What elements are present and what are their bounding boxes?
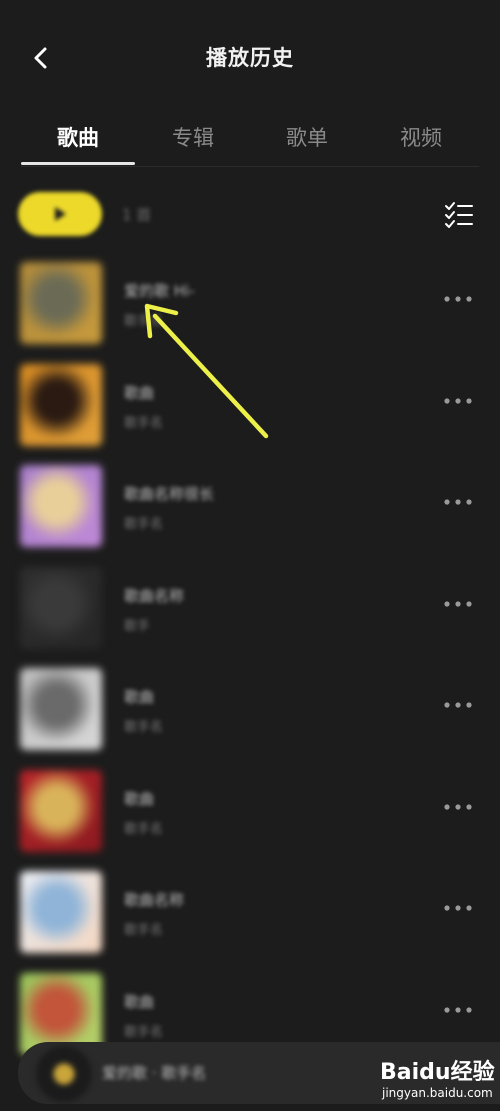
song-artist: 歌手: [124, 618, 151, 634]
mini-player-cover: [36, 1046, 92, 1102]
more-options-icon[interactable]: [443, 700, 473, 710]
song-row[interactable]: 歌曲 歌手名: [0, 656, 500, 758]
album-cover: [20, 769, 102, 852]
song-row[interactable]: 歌曲 歌手名: [0, 352, 500, 454]
song-artist: 歌手名: [124, 821, 164, 837]
album-cover: [20, 566, 102, 649]
song-row[interactable]: 歌曲名称 歌手: [0, 555, 500, 657]
song-artist: 歌手名: [124, 720, 164, 735]
album-cover: [20, 668, 102, 750]
page-title: 播放历史: [206, 46, 294, 70]
album-cover: [20, 262, 102, 344]
multi-select-icon[interactable]: [444, 200, 474, 230]
album-cover: [20, 465, 102, 547]
watermark-logo: Baidu经验: [380, 1060, 495, 1085]
song-title: 歌曲: [124, 383, 155, 402]
watermark-url: jingyan.baidu.com: [382, 1086, 493, 1100]
tab-bar: 歌曲 专辑 歌单 视频: [0, 118, 500, 166]
mini-player-title: 爱的歌 · 歌手名: [102, 1064, 207, 1082]
song-title: 爱的歌 Hi-: [124, 282, 195, 300]
song-title: 歌曲: [124, 688, 155, 706]
song-count-label: 1 首: [122, 206, 152, 224]
song-artist: 歌手名: [124, 923, 164, 938]
tab-albums[interactable]: 专辑: [135, 122, 251, 152]
song-title: 歌曲: [124, 789, 155, 808]
song-artist: 歌手名: [124, 517, 164, 532]
tab-playlists[interactable]: 歌单: [249, 122, 365, 152]
album-cover: [20, 363, 102, 446]
active-tab-indicator: [21, 162, 135, 165]
song-title: 歌曲名称: [124, 891, 185, 909]
song-title: 歌曲名称: [124, 586, 185, 605]
more-options-icon[interactable]: [443, 599, 473, 609]
tab-songs[interactable]: 歌曲: [20, 122, 136, 152]
song-artist: 歌手名: [124, 1024, 164, 1040]
song-artist: 歌手名: [124, 314, 164, 329]
song-title: 歌曲名称很长: [124, 485, 215, 503]
header: 播放历史: [0, 0, 500, 118]
play-icon: [55, 207, 66, 221]
song-row[interactable]: 歌曲 歌手名: [0, 758, 500, 860]
song-row[interactable]: 歌曲名称 歌手名: [0, 859, 500, 961]
more-options-icon[interactable]: [443, 802, 473, 812]
tab-videos[interactable]: 视频: [363, 122, 479, 152]
song-list: 爱的歌 Hi- 歌手名 歌曲 歌手名 歌曲名称很长 歌手名 歌曲名称 歌手 歌曲…: [0, 250, 500, 1062]
more-options-icon[interactable]: [443, 497, 473, 507]
song-row[interactable]: 爱的歌 Hi- 歌手名: [0, 250, 500, 352]
more-options-icon[interactable]: [443, 294, 473, 304]
album-cover: [20, 871, 102, 953]
more-options-icon[interactable]: [443, 903, 473, 913]
more-options-icon[interactable]: [443, 396, 473, 406]
baidu-jingyan-watermark: Baidu经验 jingyan.baidu.com: [380, 1052, 500, 1107]
tabs-divider: [21, 166, 479, 167]
song-row[interactable]: 歌曲名称很长 歌手名: [0, 453, 500, 555]
play-all-button[interactable]: [18, 192, 102, 236]
play-all-row: 1 首: [0, 190, 500, 242]
song-artist: 歌手名: [124, 415, 164, 431]
more-options-icon[interactable]: [443, 1005, 473, 1015]
song-title: 歌曲: [124, 992, 155, 1011]
